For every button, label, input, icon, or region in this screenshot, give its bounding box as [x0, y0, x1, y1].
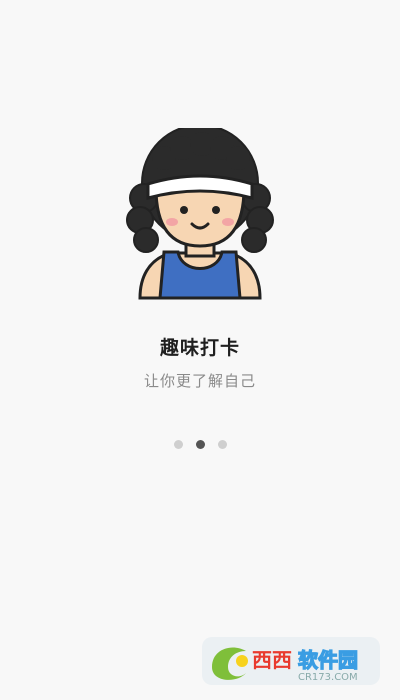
onboarding-screen: 趣味打卡 让你更了解自己 西西 软件园 CR173.COM [0, 0, 400, 700]
page-indicator [0, 440, 400, 449]
watermark-url: CR173.COM [298, 672, 358, 683]
watermark-brand-part-2: 软件园 [298, 648, 358, 672]
onboarding-subtitle: 让你更了解自己 [143, 372, 256, 390]
watermark-brand-part-1: 西西 [252, 648, 292, 672]
site-watermark-logo: 西西 软件园 CR173.COM [202, 637, 380, 685]
page-dot-1[interactable] [173, 440, 183, 449]
onboarding-title: 趣味打卡 [159, 337, 240, 359]
page-dot-3[interactable] [217, 440, 227, 449]
avatar-illustration [126, 128, 274, 300]
page-dot-2[interactable] [195, 440, 205, 449]
